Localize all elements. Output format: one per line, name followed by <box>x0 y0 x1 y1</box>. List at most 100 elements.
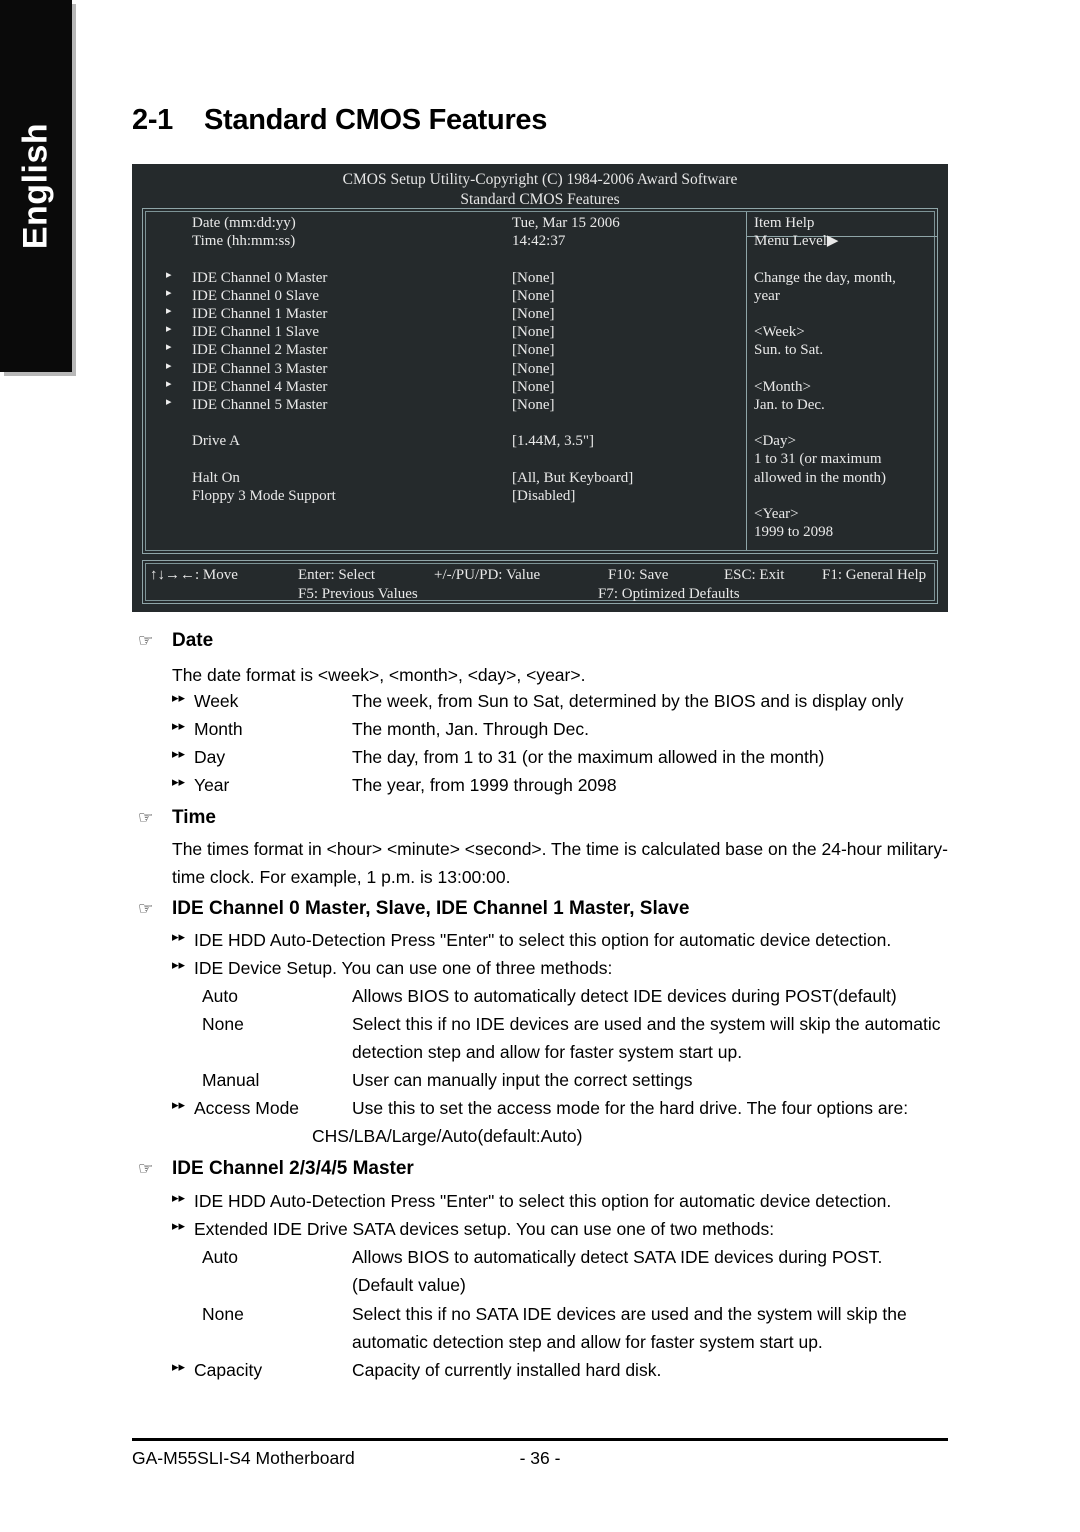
submenu-arrow-icon: ▸ <box>166 286 172 299</box>
term-description: Capacity of currently installed hard dis… <box>352 1360 662 1380</box>
bios-setting-label: Floppy 3 Mode Support <box>192 487 336 504</box>
term-description: The month, Jan. Through Dec. <box>352 719 590 739</box>
term-label: Day <box>194 747 226 767</box>
bios-key-hint: ESC: Exit <box>724 567 785 583</box>
heading-ide-channel-01: ☞ IDE Channel 0 Master, Slave, IDE Channe… <box>138 898 689 920</box>
section-title: Standard CMOS Features <box>204 104 548 136</box>
term-description: Use this to set the access mode for the … <box>352 1098 909 1118</box>
submenu-arrow-icon: ▸ <box>166 268 172 281</box>
footer-divider <box>132 1438 948 1441</box>
bios-setting-row[interactable]: ▸ IDE Channel 4 Master [None] <box>150 378 740 396</box>
bios-help-line: Change the day, month, <box>754 269 896 286</box>
ide01-access-mode-line-2: CHS/LBA/Large/Auto(default:Auto) <box>312 1126 583 1146</box>
submenu-arrow-icon: ▸ <box>166 359 172 372</box>
bios-setting-label: IDE Channel 1 Slave <box>192 324 320 341</box>
bios-setting-label: IDE Channel 4 Master <box>192 378 328 395</box>
bullet-text: IDE Device Setup. You can use one of thr… <box>194 958 613 978</box>
ide2345-method-none-line-2: automatic detection step and allow for f… <box>352 1332 823 1352</box>
bios-setting-value: 14:42:37 <box>512 233 566 250</box>
bios-setting-value: [None] <box>512 342 555 359</box>
date-intro-text: The date format is <week>, <month>, <day… <box>172 665 586 685</box>
term-label: None <box>202 1304 244 1324</box>
bios-setting-value: [None] <box>512 396 555 413</box>
term-label: Week <box>194 691 239 711</box>
bios-setting-row[interactable]: Halt On [All, But Keyboard] <box>150 469 740 487</box>
bios-setting-value: [None] <box>512 287 555 304</box>
term-description: The year, from 1999 through 2098 <box>352 775 617 795</box>
bios-setting-label: IDE Channel 3 Master <box>192 360 328 377</box>
term-label: Manual <box>202 1070 260 1090</box>
bullet-text: Extended IDE Drive SATA devices setup. Y… <box>194 1219 775 1239</box>
bios-key-hint: F10: Save <box>608 567 669 583</box>
double-arrow-icon: ▸▸ <box>172 747 186 762</box>
bios-settings-list: Date (mm:dd:yy) Tue, Mar 15 2006 Time (hh:… <box>150 214 740 505</box>
double-arrow-icon: ▸▸ <box>172 930 186 945</box>
submenu-arrow-icon: ▸ <box>166 395 172 408</box>
bios-setting-row[interactable]: ▸ IDE Channel 5 Master [None] <box>150 396 740 414</box>
bios-setting-label: IDE Channel 0 Master <box>192 269 328 286</box>
bios-setting-row[interactable]: ▸ IDE Channel 0 Slave [None] <box>150 287 740 305</box>
heading-time: ☞ Time <box>138 807 216 829</box>
time-text-line-1: The times format in <hour> <minute> <sec… <box>172 839 948 859</box>
bios-help-line: year <box>754 287 780 304</box>
bios-column-divider <box>746 212 747 550</box>
bios-setting-row[interactable]: ▸ IDE Channel 1 Slave [None] <box>150 323 740 341</box>
hand-pointer-icon: ☞ <box>138 631 154 651</box>
bios-setting-row[interactable]: Floppy 3 Mode Support [Disabled] <box>150 487 740 505</box>
bios-item-help-panel: Item Help Menu Level▶ Change the day, mont… <box>754 214 939 541</box>
bios-setting-row[interactable]: Time (hh:mm:ss) 14:42:37 <box>150 232 740 250</box>
term-description: Select this if no SATA IDE devices are u… <box>352 1304 907 1324</box>
bios-help-spacer <box>754 360 939 378</box>
bios-setting-row[interactable]: ▸ IDE Channel 2 Master [None] <box>150 341 740 359</box>
bios-setting-row[interactable]: Date (mm:dd:yy) Tue, Mar 15 2006 <box>150 214 740 232</box>
bios-setting-value: [All, But Keyboard] <box>512 469 634 486</box>
bios-setting-value: Tue, Mar 15 2006 <box>512 215 620 231</box>
submenu-arrow-icon: ▸ <box>166 341 172 354</box>
bios-help-line: 1999 to 2098 <box>754 524 834 541</box>
page-title: 2-1 Standard CMOS Features <box>132 104 952 137</box>
bios-setting-row[interactable]: ▸ IDE Channel 1 Master [None] <box>150 305 740 323</box>
ide2345-method-auto-line-2: (Default value) <box>352 1275 466 1295</box>
bios-key-legend-row-2: F5: Previous Values F7: Optimized Default… <box>150 585 930 604</box>
term-description: Select this if no IDE devices are used a… <box>352 1014 941 1034</box>
section-number: 2-1 <box>132 104 174 136</box>
bios-key-hint: F1: General Help <box>822 567 927 583</box>
bios-key-hint: F7: Optimized Defaults <box>598 586 740 602</box>
ide01-method-none-line-2: detection step and allow for faster syst… <box>352 1042 743 1062</box>
bios-setting-value: [Disabled] <box>512 487 576 504</box>
double-arrow-icon: ▸▸ <box>172 1360 186 1375</box>
bios-setting-label: IDE Channel 0 Slave <box>192 287 320 304</box>
bios-key-hint: F5: Previous Values <box>298 586 418 602</box>
bios-setting-row[interactable]: Drive A [1.44M, 3.5"] <box>150 432 740 450</box>
bios-key-legend: ↑↓→←: Move Enter: Select +/-/PU/PD: Value F… <box>150 566 930 604</box>
language-tab: English <box>0 0 72 372</box>
page-content: 2-1 Standard CMOS Features CMOS Setup Uti… <box>132 0 952 1532</box>
bios-setting-value: [None] <box>512 378 555 395</box>
bios-row-spacer <box>150 450 740 468</box>
bios-setting-value: [1.44M, 3.5"] <box>512 433 594 450</box>
term-label: Access Mode <box>194 1098 300 1118</box>
double-arrow-icon: ▸▸ <box>172 691 186 706</box>
double-arrow-icon: ▸▸ <box>172 1098 186 1113</box>
double-arrow-icon: ▸▸ <box>172 1191 186 1206</box>
term-label: Auto <box>202 986 238 1006</box>
hand-pointer-icon: ☞ <box>138 808 154 828</box>
heading-ide-channel-2345-label: IDE Channel 2/3/4/5 Master <box>172 1158 414 1179</box>
bios-title: CMOS Setup Utility-Copyright (C) 1984-20… <box>132 164 948 212</box>
bios-setting-value: [None] <box>512 360 555 377</box>
bios-setting-label: IDE Channel 5 Master <box>192 396 328 413</box>
bios-help-line: <Day> <box>754 433 796 450</box>
term-description: Allows BIOS to automatically detect IDE … <box>352 986 897 1006</box>
heading-date: ☞ Date <box>138 630 213 652</box>
bios-setting-value: [None] <box>512 269 555 286</box>
hand-pointer-icon: ☞ <box>138 1159 154 1179</box>
bios-setting-label: Drive A <box>192 433 240 450</box>
submenu-arrow-icon: ▸ <box>166 377 172 390</box>
language-tab-label: English <box>16 122 55 250</box>
bios-setting-row[interactable]: ▸ IDE Channel 0 Master [None] <box>150 269 740 287</box>
bios-setting-row[interactable]: ▸ IDE Channel 3 Master [None] <box>150 360 740 378</box>
term-label: Capacity <box>194 1360 263 1380</box>
bios-setting-label: Halt On <box>192 469 240 486</box>
bios-help-line: allowed in the month) <box>754 469 887 486</box>
bios-row-spacer <box>150 250 740 268</box>
